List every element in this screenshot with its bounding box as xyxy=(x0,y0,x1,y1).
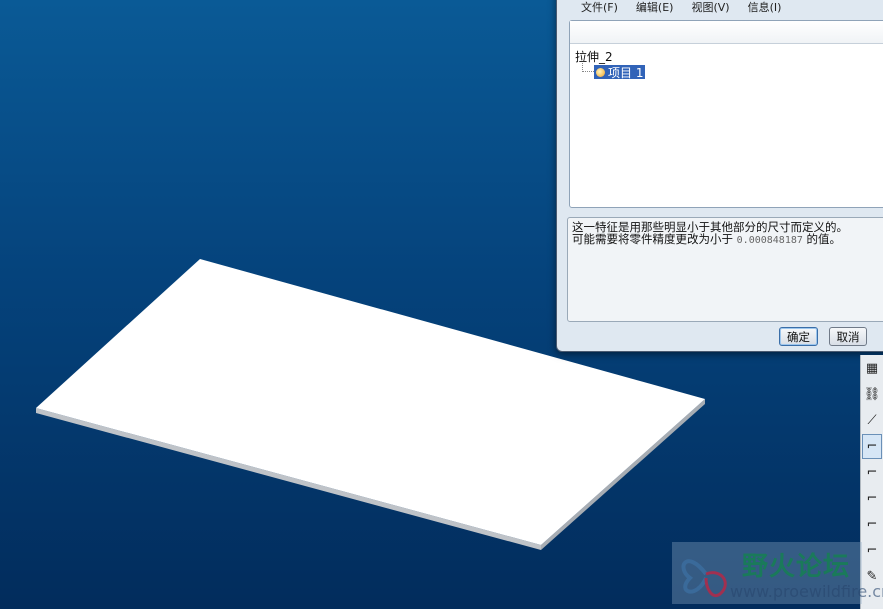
menu-edit[interactable]: 编辑(E) xyxy=(636,0,674,15)
chain-icon[interactable]: ⛓ xyxy=(862,382,882,407)
message-suffix: 的值。 xyxy=(806,232,842,246)
item-status-icon xyxy=(596,67,605,77)
right-toolbar: ▦ ⛓ ⟋ ⌐ ⌐ ⌐ ⌐ ⌐ ✎ xyxy=(860,355,883,609)
edge-wavy-icon[interactable]: ⌐ xyxy=(862,538,882,563)
edge-plain-icon[interactable]: ⌐ xyxy=(862,512,882,537)
sketch-icon[interactable]: ⟋ xyxy=(862,408,882,433)
butterfly-logo-icon xyxy=(681,559,727,597)
message-line-2: 可能需要将零件精度更改为小于 0.000848187 的值。 xyxy=(572,233,883,247)
grid-icon[interactable]: ▦ xyxy=(862,356,882,381)
cancel-button[interactable]: 取消 xyxy=(829,327,867,346)
tree-item-label: 项目 1 xyxy=(608,65,644,80)
watermark: 野火论坛 www.proewildfire.cn xyxy=(672,542,883,604)
menu-info[interactable]: 信息(I) xyxy=(748,0,782,15)
message-area: 这一特征是用那些明显小于其他部分的尺寸而定义的。 可能需要将零件精度更改为小于 … xyxy=(567,217,883,322)
tree-header xyxy=(570,21,883,44)
feature-info-dialog: 文件(F) 编辑(E) 视图(V) 信息(I) 拉伸_2 项目 1 这一特征是用… xyxy=(556,0,883,352)
edge-dashdot-icon[interactable]: ⌐ xyxy=(862,460,882,485)
tree-connector xyxy=(582,63,594,72)
tree-item-selected[interactable]: 项目 1 xyxy=(594,65,646,80)
edge-dashed-icon[interactable]: ⌐ xyxy=(862,486,882,511)
precision-value: 0.000848187 xyxy=(736,235,803,246)
edge-solid-icon[interactable]: ⌐ xyxy=(862,434,882,459)
ok-button[interactable]: 确定 xyxy=(779,327,818,346)
menu-file[interactable]: 文件(F) xyxy=(581,0,618,15)
watermark-title: 野火论坛 xyxy=(742,552,851,582)
feature-tree[interactable]: 拉伸_2 项目 1 xyxy=(569,20,883,208)
message-prefix: 可能需要将零件精度更改为小于 xyxy=(572,232,733,246)
menu-view[interactable]: 视图(V) xyxy=(691,0,729,15)
watermark-url: www.proewildfire.cn xyxy=(730,582,883,601)
menu-bar: 文件(F) 编辑(E) 视图(V) 信息(I) xyxy=(581,0,781,15)
